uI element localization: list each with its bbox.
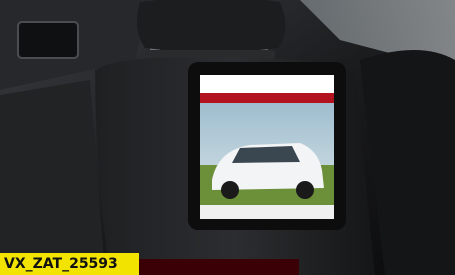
screen-car-window bbox=[232, 146, 300, 163]
photo-scene: VX_ZAT_25593 bbox=[0, 0, 455, 275]
screen-car-wheel-front bbox=[221, 181, 239, 199]
dash-display bbox=[17, 21, 79, 59]
car-interior-photo bbox=[0, 0, 455, 275]
screen-footer bbox=[200, 205, 334, 219]
bottom-strip bbox=[139, 259, 299, 275]
screen-nav-bar bbox=[200, 93, 334, 103]
screen-car-wheel-rear bbox=[296, 181, 314, 199]
screen-header bbox=[200, 75, 334, 93]
image-caption: VX_ZAT_25593 bbox=[0, 253, 139, 275]
headrest bbox=[136, 0, 286, 52]
door-panel bbox=[0, 80, 105, 275]
